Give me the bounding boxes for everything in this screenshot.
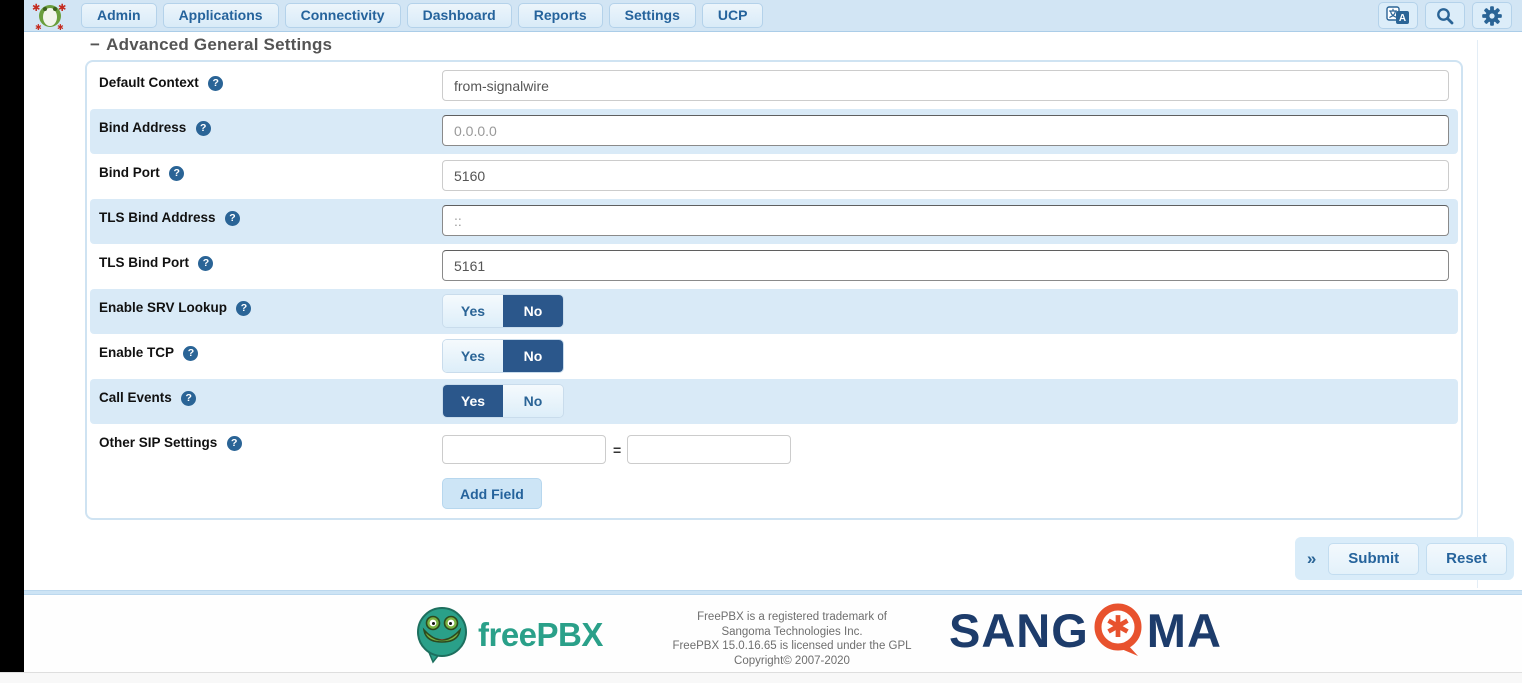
top-navbar: ✱ ✱ ✱ ✱ Admin Applications Connectivity … xyxy=(24,0,1522,32)
freepbx-wordmark: freePBX xyxy=(478,616,603,654)
other-sip-value-input[interactable] xyxy=(627,435,791,464)
enable-tcp-toggle: Yes No xyxy=(442,339,564,373)
svg-text:✱: ✱ xyxy=(32,3,40,14)
bottom-scroll-strip[interactable] xyxy=(0,672,1522,683)
settings-row-other-sip-settings: Other SIP Settings ? = xyxy=(90,424,1458,469)
settings-row-add-field: Add Field xyxy=(90,469,1458,520)
footer-divider xyxy=(24,590,1522,595)
section-heading[interactable]: −Advanced General Settings xyxy=(90,35,332,55)
help-icon[interactable]: ? xyxy=(196,121,211,136)
other-sip-key-input[interactable] xyxy=(442,435,606,464)
nav-item-admin[interactable]: Admin xyxy=(81,3,157,28)
add-field-button[interactable]: Add Field xyxy=(442,478,542,509)
legal-line: Sangoma Technologies Inc. xyxy=(672,625,912,640)
help-icon[interactable]: ? xyxy=(183,346,198,361)
default-context-input[interactable] xyxy=(442,70,1449,101)
field-label: Call Events xyxy=(99,390,172,405)
call-events-toggle: Yes No xyxy=(442,384,564,418)
settings-row-call-events: Call Events ? Yes No xyxy=(90,379,1458,424)
settings-row-tls-bind-port: TLS Bind Port ? xyxy=(90,244,1458,289)
help-icon[interactable]: ? xyxy=(236,301,251,316)
enable-srv-lookup-toggle: Yes No xyxy=(442,294,564,328)
nav-item-dashboard[interactable]: Dashboard xyxy=(407,3,512,28)
submit-button[interactable]: Submit xyxy=(1328,543,1419,575)
translate-icon: A xyxy=(1386,6,1410,25)
legal-line: Copyright© 2007-2020 xyxy=(672,654,912,669)
toggle-yes-button[interactable]: Yes xyxy=(443,385,503,417)
freepbx-bubble-icon xyxy=(414,606,470,664)
svg-text:A: A xyxy=(1399,13,1406,24)
tls-bind-address-input[interactable] xyxy=(442,205,1449,236)
help-icon[interactable]: ? xyxy=(227,436,242,451)
nav-item-connectivity[interactable]: Connectivity xyxy=(285,3,401,28)
tls-bind-port-input[interactable] xyxy=(442,250,1449,281)
nav-item-reports[interactable]: Reports xyxy=(518,3,603,28)
legal-line: FreePBX is a registered trademark of xyxy=(672,610,912,625)
section-title-text: Advanced General Settings xyxy=(106,35,332,54)
field-label: Default Context xyxy=(99,75,199,90)
settings-row-enable-srv-lookup: Enable SRV Lookup ? Yes No xyxy=(90,289,1458,334)
form-actions-bar: » Submit Reset xyxy=(1295,537,1514,580)
toggle-no-button[interactable]: No xyxy=(503,340,563,372)
search-icon xyxy=(1436,7,1454,25)
freepbx-footer-logo[interactable]: freePBX xyxy=(414,606,603,664)
sangoma-footer-logo[interactable]: SANG ✱ MA xyxy=(949,602,1222,658)
toggle-yes-button[interactable]: Yes xyxy=(443,295,503,327)
svg-text:✱: ✱ xyxy=(57,23,64,31)
left-black-bar xyxy=(0,0,24,673)
settings-row-bind-address: Bind Address ? xyxy=(90,109,1458,154)
help-icon[interactable]: ? xyxy=(225,211,240,226)
gear-icon xyxy=(1482,6,1502,26)
advanced-general-settings-panel: Default Context ? Bind Address ? Bind Po… xyxy=(85,60,1463,520)
legal-line: FreePBX 15.0.16.65 is licensed under the… xyxy=(672,639,912,654)
settings-row-bind-port: Bind Port ? xyxy=(90,154,1458,199)
sangoma-wordmark-left: SANG xyxy=(949,603,1089,658)
toggle-no-button[interactable]: No xyxy=(503,385,563,417)
freepbx-frog-logo[interactable]: ✱ ✱ ✱ ✱ xyxy=(30,1,70,31)
field-label: Bind Address xyxy=(99,120,186,135)
svg-text:✱: ✱ xyxy=(1105,610,1130,645)
navbar-right-icons: A xyxy=(1378,2,1522,29)
field-label: Other SIP Settings xyxy=(99,435,217,450)
nav-item-settings[interactable]: Settings xyxy=(609,3,696,28)
settings-row-enable-tcp: Enable TCP ? Yes No xyxy=(90,334,1458,379)
footer-legal-text: FreePBX is a registered trademark of San… xyxy=(672,610,912,668)
search-button[interactable] xyxy=(1425,2,1465,29)
page-footer: freePBX FreePBX is a registered trademar… xyxy=(24,596,1522,672)
toggle-no-button[interactable]: No xyxy=(503,295,563,327)
settings-row-default-context: Default Context ? xyxy=(90,64,1458,109)
bind-address-input[interactable] xyxy=(442,115,1449,146)
help-icon[interactable]: ? xyxy=(181,391,196,406)
settings-gear-button[interactable] xyxy=(1472,2,1512,29)
language-button[interactable]: A xyxy=(1378,2,1418,29)
help-icon[interactable]: ? xyxy=(169,166,184,181)
bind-port-input[interactable] xyxy=(442,160,1449,191)
field-label: Enable SRV Lookup xyxy=(99,300,227,315)
reset-button[interactable]: Reset xyxy=(1426,543,1507,575)
nav-item-ucp[interactable]: UCP xyxy=(702,3,764,28)
collapse-icon: − xyxy=(90,35,100,54)
field-label: Bind Port xyxy=(99,165,160,180)
sangoma-wordmark-right: MA xyxy=(1147,603,1222,658)
nav-item-applications[interactable]: Applications xyxy=(163,3,279,28)
equals-sign: = xyxy=(613,442,621,458)
toggle-yes-button[interactable]: Yes xyxy=(443,340,503,372)
collapse-actions-chevron[interactable]: » xyxy=(1302,549,1321,569)
field-label: TLS Bind Port xyxy=(99,255,189,270)
help-icon[interactable]: ? xyxy=(198,256,213,271)
settings-row-tls-bind-address: TLS Bind Address ? xyxy=(90,199,1458,244)
sangoma-bubble-icon: ✱ xyxy=(1091,602,1145,658)
field-label: TLS Bind Address xyxy=(99,210,216,225)
field-label: Enable TCP xyxy=(99,345,174,360)
content-right-edge xyxy=(1477,40,1478,588)
svg-text:✱: ✱ xyxy=(35,23,42,31)
help-icon[interactable]: ? xyxy=(208,76,223,91)
